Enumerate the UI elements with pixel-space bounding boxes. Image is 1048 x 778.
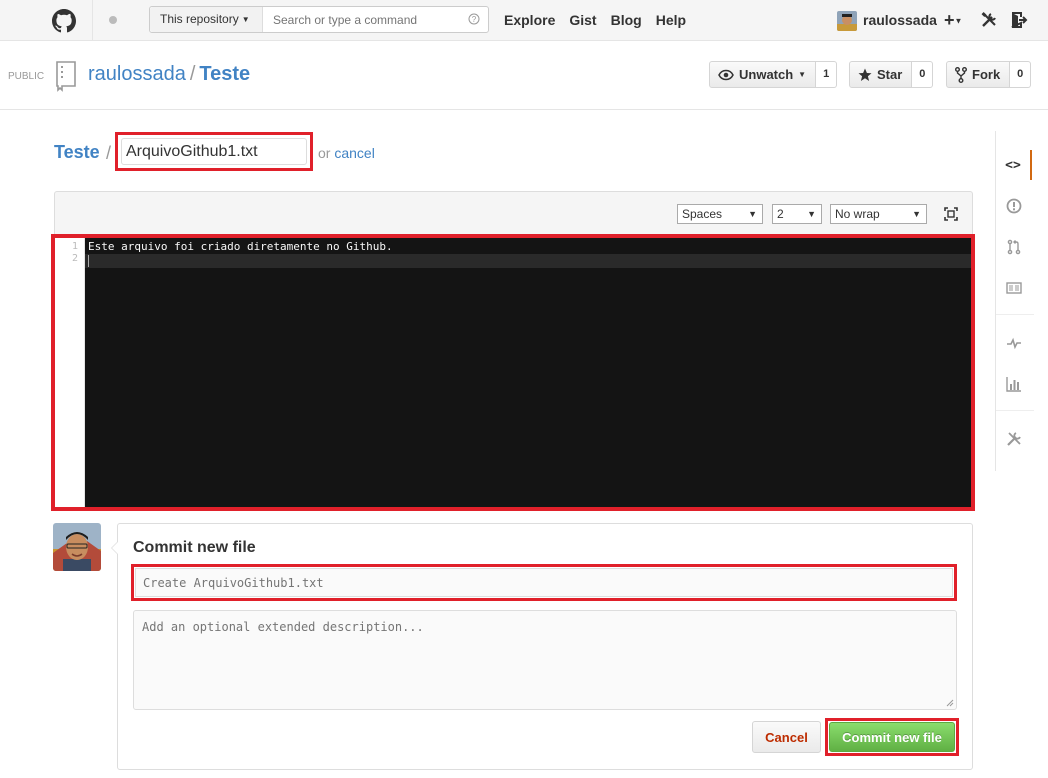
sidebar-item-wiki[interactable] [996,273,1032,303]
commit-author-avatar[interactable] [53,523,101,571]
repo-header: PUBLIC raulossada / Teste Unwatch ▼ 1 Star … [0,41,1048,110]
star-button[interactable]: Star [849,61,913,88]
filename-highlight [115,132,313,171]
repo-name-link[interactable]: Teste [199,63,250,85]
search-scope-label: This repository [160,12,239,26]
code-line-active[interactable] [85,254,971,268]
line-number: 2 [71,253,78,264]
text-cursor [88,255,89,267]
fork-count[interactable]: 0 [1010,61,1032,88]
code-area[interactable]: Este arquivo foi criado diretamente no G… [85,238,971,507]
commit-summary-input[interactable] [135,568,953,597]
issues-icon [1006,198,1022,214]
fullscreen-icon[interactable] [944,207,958,221]
commit-description-input[interactable] [133,610,957,710]
sidebar-item-pull-requests[interactable] [996,232,1032,262]
fork-button[interactable]: Fork [946,61,1011,88]
sidebar-divider [996,314,1034,315]
watch-count[interactable]: 1 [816,61,838,88]
repo-owner-link[interactable]: raulossada [88,63,186,85]
fork-group: Fork 0 [946,61,1032,88]
chevron-down-icon: ▼ [807,209,816,219]
user-avatar[interactable] [837,11,857,31]
question-icon[interactable]: ? [468,13,480,25]
cancel-link[interactable]: cancel [334,145,374,161]
sidebar-item-graphs[interactable] [996,369,1032,399]
nav-blog[interactable]: Blog [611,0,642,41]
sidebar-item-issues[interactable] [996,191,1032,221]
watch-group: Unwatch ▼ 1 [709,61,838,88]
sidebar-item-code[interactable]: <> [996,150,1032,180]
star-group: Star 0 [849,61,934,88]
user-name[interactable]: raulossada [863,0,937,41]
nav-explore[interactable]: Explore [504,0,555,41]
chevron-down-icon: ▼ [748,209,757,219]
search-box: This repository▼ ? [149,6,489,33]
line-number: 1 [71,241,78,252]
commit-summary-highlight [131,564,957,601]
commit-title: Commit new file [133,539,256,556]
commit-button-highlight: Commit new file [825,718,959,756]
line-gutter: 1 2 [59,238,85,507]
or-text: or [318,145,335,161]
repo-sidebar: <> [995,131,1048,471]
visibility-label: PUBLIC [8,71,45,82]
star-count[interactable]: 0 [912,61,934,88]
breadcrumb-separator: / [106,143,112,163]
nav-help[interactable]: Help [656,0,686,41]
commit-form-pointer-inner [112,542,118,554]
code-icon: <> [1005,157,1021,173]
repo-title-separator: / [189,63,196,85]
indent-mode-select[interactable]: Spaces ▼ [677,204,763,224]
sidebar-item-pulse[interactable] [996,328,1032,358]
top-nav: Explore Gist Blog Help [504,0,700,41]
or-cancel: or cancel [318,145,375,161]
commit-new-file-button[interactable]: Commit new file [829,722,955,752]
code-editor[interactable]: 1 2 Este arquivo foi criado diretamente … [51,234,975,511]
header-divider [92,0,93,41]
github-logo-icon[interactable] [52,9,76,33]
wiki-icon [1006,282,1022,294]
unwatch-button[interactable]: Unwatch ▼ [709,61,817,88]
breadcrumb-repo-link[interactable]: Teste [54,142,100,163]
filename-input[interactable] [121,138,307,165]
repo-icon [56,61,76,92]
graphs-icon [1006,377,1021,392]
indent-size-select[interactable]: 2 ▼ [772,204,822,224]
svg-text:?: ? [472,15,477,24]
pull-requests-icon [1007,239,1021,255]
fork-icon [955,66,967,83]
search-scope-dropdown[interactable]: This repository ▼ [150,7,263,32]
pulse-icon [1007,337,1021,350]
wrap-mode-select[interactable]: No wrap ▼ [830,204,927,224]
star-icon [858,68,872,81]
chevron-down-icon: ▼ [241,15,250,25]
top-header: This repository▼ ? Explore Gist Blog Hel… [0,0,1048,41]
sidebar-divider [996,410,1034,411]
code-line[interactable]: Este arquivo foi criado diretamente no G… [85,240,971,254]
settings-icon [1007,432,1021,446]
eye-icon [718,69,734,80]
repo-title: raulossada / Teste [88,63,250,86]
sign-out-icon[interactable] [1010,11,1028,29]
plus-icon[interactable]: +▼ [944,10,968,30]
notification-indicator-icon[interactable] [109,16,117,24]
resize-grip-icon[interactable] [946,699,954,707]
sidebar-item-settings[interactable] [996,424,1032,454]
editor-toolbar: Spaces ▼ 2 ▼ No wrap ▼ [54,191,973,234]
chevron-down-icon: ▼ [912,209,921,219]
search-input[interactable] [264,7,464,32]
cancel-button[interactable]: Cancel [752,721,821,753]
nav-gist[interactable]: Gist [569,0,596,41]
tools-icon[interactable] [980,11,998,29]
